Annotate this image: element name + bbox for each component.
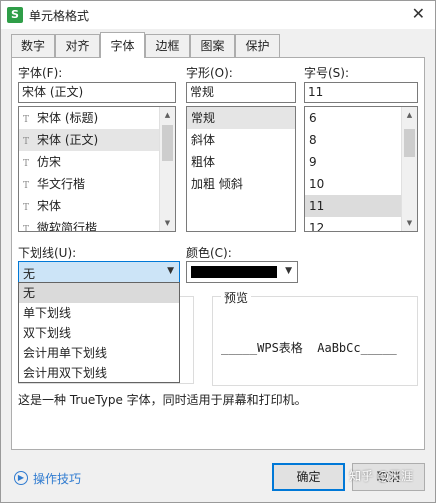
tab-font[interactable]: 字体: [100, 32, 145, 58]
help-play-icon[interactable]: ▶: [14, 471, 28, 485]
truetype-icon: T: [23, 225, 30, 232]
truetype-icon: T: [23, 137, 30, 147]
ok-button[interactable]: 确定: [272, 463, 345, 491]
dialog-title: 单元格格式: [29, 9, 90, 23]
font-type-note: 这是一种 TrueType 字体，同时适用于屏幕和打印机。: [18, 393, 307, 407]
font-list-item[interactable]: T 宋体: [19, 195, 175, 217]
scroll-up-icon[interactable]: ▲: [402, 107, 417, 123]
scroll-thumb[interactable]: [162, 125, 173, 161]
font-list-item[interactable]: T 华文行楷: [19, 173, 175, 195]
truetype-icon: T: [23, 115, 30, 125]
title-bar: S 单元格格式 ✕: [1, 1, 435, 29]
chevron-down-icon[interactable]: ▼: [167, 266, 174, 276]
font-list-item-selected[interactable]: T 宋体 (正文): [19, 129, 175, 151]
color-label: 颜色(C):: [186, 246, 232, 260]
underline-option-double-accounting[interactable]: 会计用双下划线: [19, 363, 179, 383]
font-label: 字体(F):: [18, 66, 63, 80]
font-list-item[interactable]: T 仿宋: [19, 151, 175, 173]
font-style-list[interactable]: 常规 斜体 粗体 加粗 倾斜: [186, 106, 296, 232]
scroll-up-icon[interactable]: ▲: [160, 107, 175, 123]
style-label: 字形(O):: [186, 66, 233, 80]
color-swatch: [191, 266, 277, 278]
underline-selected-value: 无: [23, 267, 36, 281]
scroll-thumb[interactable]: [404, 129, 415, 157]
wps-app-icon: S: [7, 7, 23, 23]
size-list-scrollbar[interactable]: ▲ ▼: [401, 107, 417, 231]
underline-select[interactable]: 无 ▼: [18, 261, 180, 283]
style-list-item[interactable]: 斜体: [187, 129, 295, 151]
font-list-item[interactable]: T 微软简行楷: [19, 217, 175, 232]
preview-sample-text: _____WPS表格 AaBbCc_____: [221, 341, 397, 355]
font-list[interactable]: T 宋体 (标题) T 宋体 (正文) T 仿宋 T 华文行楷 T 宋体 T 微软简行楷 ▲…: [18, 106, 176, 232]
close-icon[interactable]: ✕: [412, 4, 425, 23]
chevron-down-icon[interactable]: ▼: [285, 266, 292, 276]
underline-option-none[interactable]: 无: [19, 283, 179, 303]
font-size-list[interactable]: 6 8 9 10 11 12 ▲ ▼: [304, 106, 418, 232]
preview-label: 预览: [221, 289, 252, 306]
tips-link[interactable]: 操作技巧: [33, 470, 81, 487]
underline-dropdown-list[interactable]: 无 单下划线 双下划线 会计用单下划线 会计用双下划线: [18, 282, 180, 383]
style-list-item-selected[interactable]: 常规: [187, 107, 295, 129]
font-name-input[interactable]: 宋体 (正文): [18, 82, 176, 103]
style-list-item[interactable]: 加粗 倾斜: [187, 173, 295, 195]
truetype-icon: T: [23, 159, 30, 169]
format-cells-dialog: S 单元格格式 ✕ 数字 对齐 字体 边框 图案 保护 字体(F): 宋体 (正…: [0, 0, 436, 503]
style-list-item[interactable]: 粗体: [187, 151, 295, 173]
underline-label: 下划线(U):: [18, 246, 77, 260]
watermark: 知乎 @天涯: [349, 469, 413, 483]
size-label: 字号(S):: [304, 66, 350, 80]
underline-option-double[interactable]: 双下划线: [19, 323, 179, 343]
truetype-icon: T: [23, 203, 30, 213]
scroll-down-icon[interactable]: ▼: [402, 215, 417, 231]
preview-group: 预览 _____WPS表格 AaBbCc_____: [212, 289, 418, 386]
color-select[interactable]: ▼: [186, 261, 298, 283]
font-list-scrollbar[interactable]: ▲ ▼: [159, 107, 175, 231]
tab-border[interactable]: 边框: [145, 34, 190, 57]
tab-number[interactable]: 数字: [11, 34, 55, 57]
underline-option-single[interactable]: 单下划线: [19, 303, 179, 323]
font-tab-panel: 字体(F): 宋体 (正文) T 宋体 (标题) T 宋体 (正文) T 仿宋 T 华文…: [11, 57, 425, 450]
font-list-item[interactable]: T 宋体 (标题): [19, 107, 175, 129]
tab-protection[interactable]: 保护: [235, 34, 280, 57]
underline-option-single-accounting[interactable]: 会计用单下划线: [19, 343, 179, 363]
tab-alignment[interactable]: 对齐: [55, 34, 100, 57]
scroll-down-icon[interactable]: ▼: [160, 215, 175, 231]
font-size-input[interactable]: 11: [304, 82, 418, 103]
tab-pattern[interactable]: 图案: [190, 34, 235, 57]
truetype-icon: T: [23, 181, 30, 191]
font-style-input[interactable]: 常规: [186, 82, 296, 103]
